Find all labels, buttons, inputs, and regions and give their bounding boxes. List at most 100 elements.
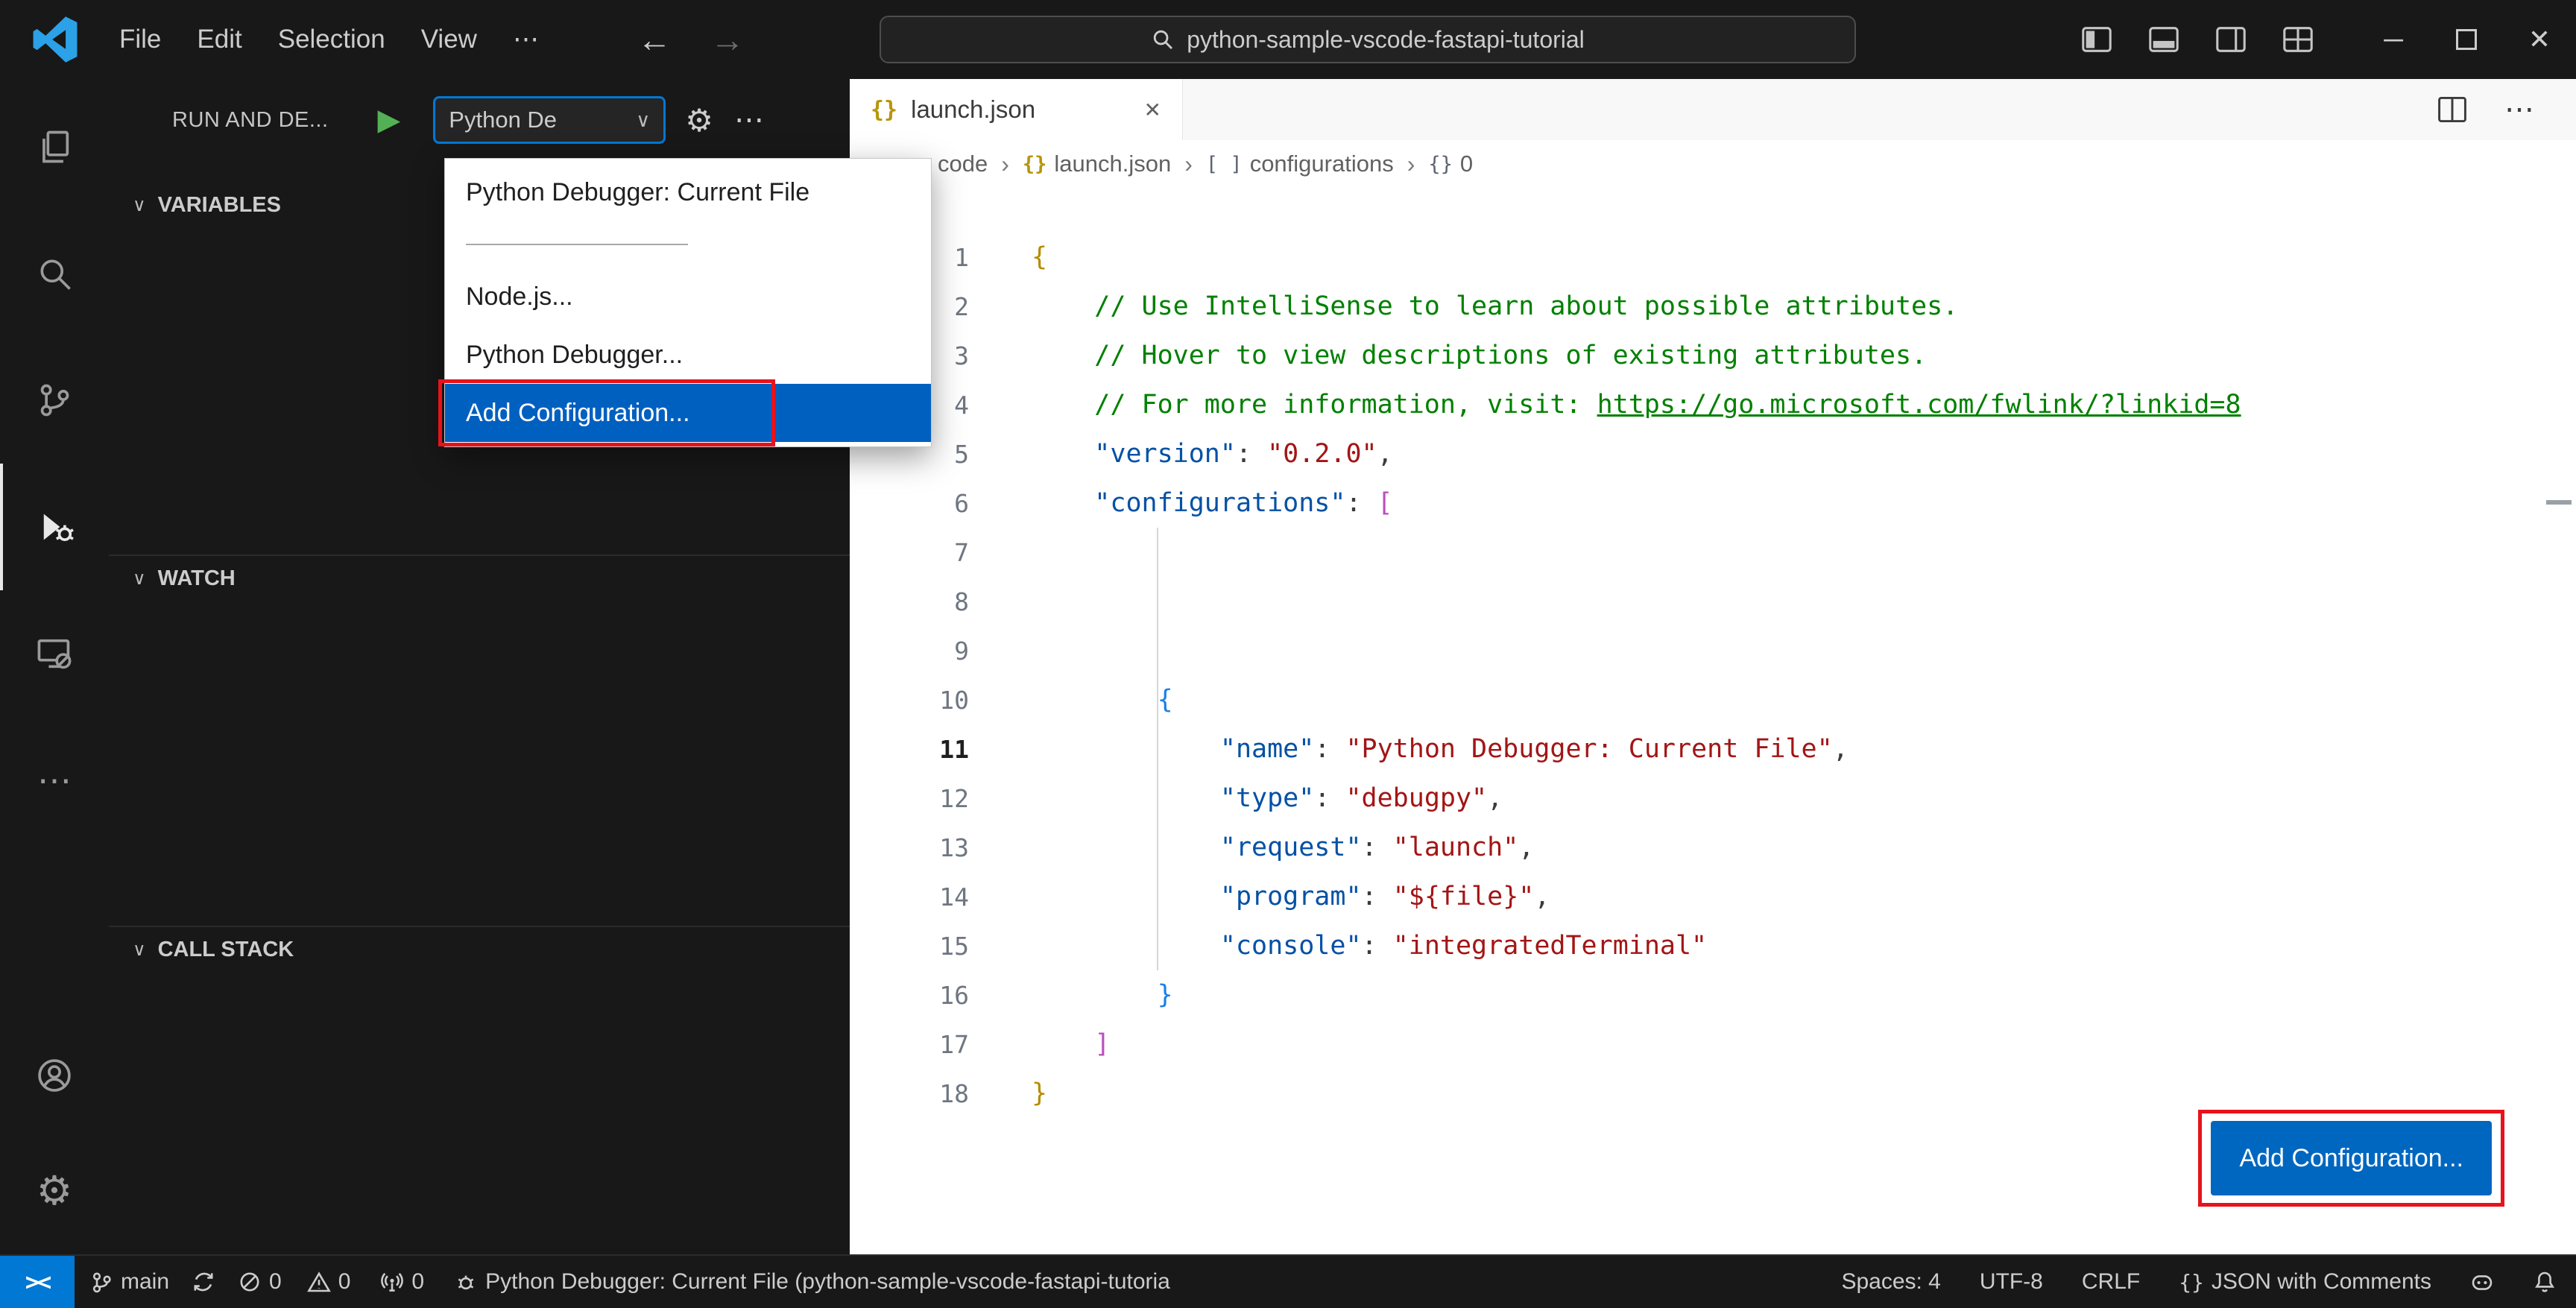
debug-more-icon[interactable]: ⋯ (734, 103, 764, 137)
code-line[interactable]: 4 // For more information, visit: https:… (850, 380, 2576, 429)
maximize-button[interactable] (2430, 0, 2503, 79)
editor-more-icon[interactable]: ⋯ (2504, 92, 2534, 127)
menu-selection[interactable]: Selection (260, 13, 403, 66)
code-line[interactable]: 13 "request": "launch", (850, 823, 2576, 872)
dropdown-item[interactable]: Python Debugger: Current File (445, 163, 931, 221)
maximize-icon (2456, 29, 2477, 50)
editor-actions: ⋯ (2436, 79, 2576, 140)
encoding-status[interactable]: UTF-8 (1960, 1256, 2062, 1308)
code-line[interactable]: 15 "console": "integratedTerminal" (850, 921, 2576, 970)
branch-icon (92, 1272, 111, 1293)
ports-status[interactable]: 0 (365, 1256, 439, 1308)
radio-tower-icon (381, 1272, 404, 1292)
copilot-icon (2472, 1275, 2493, 1290)
settings-gear-icon[interactable]: ⚙ (0, 1133, 109, 1248)
remote-indicator[interactable]: >< (0, 1256, 75, 1308)
breadcrumb-separator: › (1001, 150, 1009, 177)
split-editor-icon[interactable] (2436, 93, 2469, 126)
breadcrumb-label: launch.json (1054, 151, 1172, 177)
breadcrumb-folder[interactable]: code (938, 151, 988, 177)
breadcrumb-file[interactable]: {} launch.json (1023, 151, 1171, 177)
minimize-button[interactable]: ─ (2357, 0, 2430, 79)
search-value: python-sample-vscode-fastapi-tutorial (1187, 25, 1585, 53)
source-control-icon[interactable] (0, 337, 109, 464)
code-text: // Hover to view descriptions of existin… (1094, 341, 1928, 370)
command-center-search[interactable]: python-sample-vscode-fastapi-tutorial (880, 16, 1856, 63)
customize-layout-icon[interactable] (2281, 22, 2315, 57)
sync-status[interactable] (184, 1256, 223, 1308)
indentation-status[interactable]: Spaces: 4 (1822, 1256, 1960, 1308)
dropdown-item[interactable]: Add Configuration... (438, 379, 931, 446)
json-file-icon: {} (871, 96, 898, 123)
copilot-status[interactable] (2451, 1256, 2513, 1308)
code-line[interactable]: 11 "name": "Python Debugger: Current Fil… (850, 724, 2576, 774)
ports-count: 0 (411, 1269, 425, 1294)
watch-section-header[interactable]: ∨ WATCH (109, 555, 850, 601)
run-and-debug-icon[interactable] (0, 464, 109, 590)
line-number: 6 (954, 488, 969, 518)
code-line[interactable]: 8 (850, 577, 2576, 626)
toggle-panel-icon[interactable] (2147, 22, 2181, 57)
line-number: 9 (954, 636, 969, 666)
code-line[interactable]: 16 } (850, 970, 2576, 1020)
dropdown-item[interactable]: Python Debugger... (445, 326, 931, 384)
start-debug-icon[interactable]: ▶ (378, 103, 401, 137)
remote-explorer-icon[interactable] (0, 590, 109, 717)
breadcrumb-label: code (938, 151, 988, 177)
code-text: } (1157, 980, 1173, 1010)
code-line[interactable]: 12 "type": "debugpy", (850, 774, 2576, 823)
breadcrumb-configurations[interactable]: [ ] configurations (1206, 151, 1394, 177)
toggle-sidebar-icon[interactable] (2080, 22, 2114, 57)
call-stack-section-header[interactable]: ∨ CALL STACK (109, 926, 850, 972)
code-line[interactable]: 3 // Hover to view descriptions of exist… (850, 331, 2576, 380)
search-icon (1154, 30, 1173, 49)
debug-settings-gear-icon[interactable]: ⚙ (685, 102, 713, 139)
eol-status[interactable]: CRLF (2062, 1256, 2159, 1308)
breadcrumb-index[interactable]: {} 0 (1428, 151, 1473, 177)
search-view-icon[interactable] (0, 210, 109, 337)
problems-status[interactable]: 0 0 (223, 1256, 365, 1308)
line-number: 14 (939, 882, 969, 912)
close-button[interactable]: ✕ (2503, 0, 2576, 79)
menu-more[interactable]: ⋯ (495, 13, 557, 66)
code-line[interactable]: 7 (850, 528, 2576, 577)
code-line[interactable]: 2 // Use IntelliSense to learn about pos… (850, 282, 2576, 331)
code-line[interactable]: 9 (850, 626, 2576, 675)
explorer-icon[interactable] (0, 83, 109, 210)
notifications-status[interactable] (2513, 1256, 2576, 1308)
code-line[interactable]: 1{ (850, 233, 2576, 282)
tab-launch-json[interactable]: {} launch.json ✕ (850, 79, 1183, 140)
language-status[interactable]: {} JSON with Comments (2159, 1256, 2451, 1308)
forward-icon[interactable]: → (710, 19, 745, 60)
code-line[interactable]: 5 "version": "0.2.0", (850, 429, 2576, 478)
code-line[interactable]: 17 ] (850, 1020, 2576, 1069)
bell-icon (2535, 1271, 2554, 1292)
code-line[interactable]: 10 { (850, 675, 2576, 724)
warnings-icon (306, 1271, 331, 1292)
accounts-icon[interactable] (0, 1017, 109, 1133)
add-configuration-button[interactable]: Add Configuration... (2211, 1121, 2492, 1195)
sync-icon (194, 1272, 213, 1292)
tab-close-icon[interactable]: ✕ (1144, 98, 1161, 122)
more-views-icon[interactable]: ⋯ (0, 717, 109, 844)
toggle-secondary-sidebar-icon[interactable] (2214, 22, 2248, 57)
code-line[interactable]: 6 "configurations": [ (850, 478, 2576, 528)
status-bar: >< main 0 0 0 Python Debugger: Current F… (0, 1254, 2576, 1308)
line-number: 10 (939, 685, 969, 715)
menu-edit[interactable]: Edit (179, 13, 259, 66)
code-lines: 1{2 // Use IntelliSense to learn about p… (850, 233, 2576, 1118)
dropdown-item[interactable]: Node.js... (445, 268, 931, 326)
variables-label: VARIABLES (157, 192, 281, 217)
warning-count: 0 (338, 1269, 351, 1294)
debug-target-status[interactable]: Python Debugger: Current File (python-sa… (439, 1256, 1185, 1308)
back-icon[interactable]: ← (637, 19, 672, 60)
line-number: 13 (939, 832, 969, 862)
menu-file[interactable]: File (101, 13, 179, 66)
code-line[interactable]: 14 "program": "${file}", (850, 872, 2576, 921)
debug-config-select[interactable]: Python De ∨ (433, 96, 666, 144)
menu-view[interactable]: View (403, 13, 495, 66)
call-stack-label: CALL STACK (157, 937, 294, 961)
chevron-down-icon: ∨ (133, 939, 146, 960)
breadcrumb-label: 0 (1459, 151, 1474, 177)
branch-status[interactable]: main (75, 1256, 184, 1308)
